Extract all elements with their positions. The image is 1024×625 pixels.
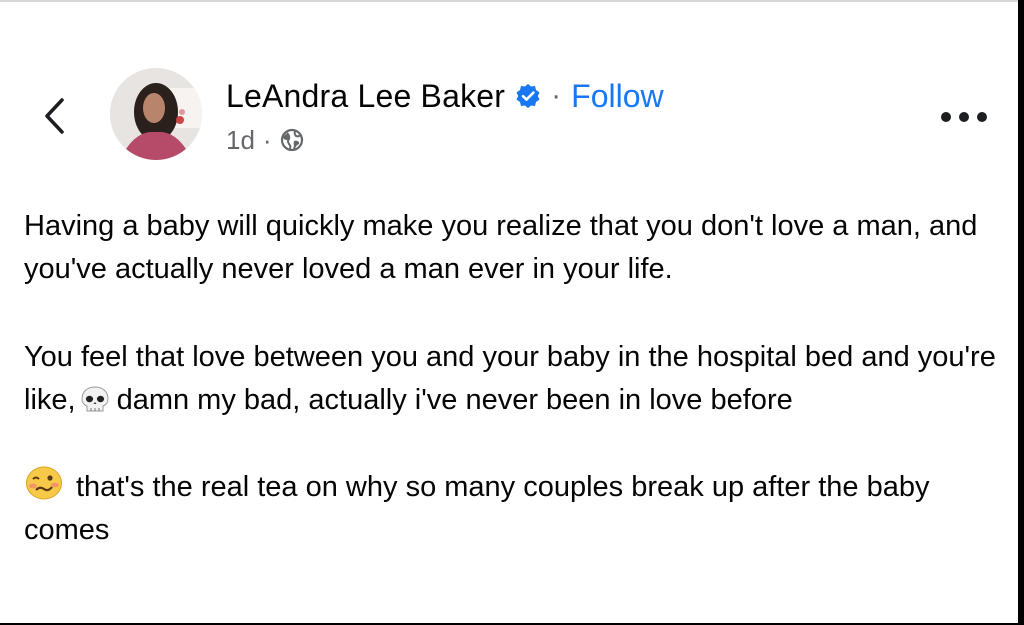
more-options-icon	[941, 112, 987, 122]
follow-button[interactable]: Follow	[571, 78, 663, 115]
post-paragraph-3: that's the real tea on why so many coupl…	[24, 465, 999, 552]
woozy-face-emoji	[26, 466, 62, 500]
more-options-button[interactable]	[936, 102, 992, 132]
chevron-left-icon	[45, 98, 64, 134]
verified-badge-icon	[516, 84, 540, 108]
back-button[interactable]	[34, 94, 74, 138]
author-name[interactable]: LeAndra Lee Baker	[226, 78, 505, 115]
author-avatar[interactable]	[110, 68, 202, 160]
globe-icon	[280, 128, 303, 152]
post-timestamp[interactable]: 1d	[226, 125, 255, 156]
post-paragraph-2: You feel that love between you and your …	[24, 336, 999, 422]
meta-separator: ·	[262, 124, 272, 155]
header-separator: ·	[551, 79, 562, 112]
paragraph-3-text: that's the real tea on why so many coupl…	[24, 471, 930, 546]
post-paragraph-1: Having a baby will quickly make you real…	[24, 210, 978, 285]
post-meta: 1d ·	[226, 123, 304, 157]
facebook-post-screen: LeAndra Lee Baker · Follow 1d · Having a…	[0, 0, 1018, 623]
paragraph-2-end: damn my bad, actually i've never been in…	[116, 384, 793, 416]
avatar-image	[110, 68, 202, 160]
author-row: LeAndra Lee Baker · Follow	[226, 74, 664, 118]
skull-emoji	[81, 386, 109, 412]
post-body: Having a baby will quickly make you real…	[24, 205, 999, 552]
